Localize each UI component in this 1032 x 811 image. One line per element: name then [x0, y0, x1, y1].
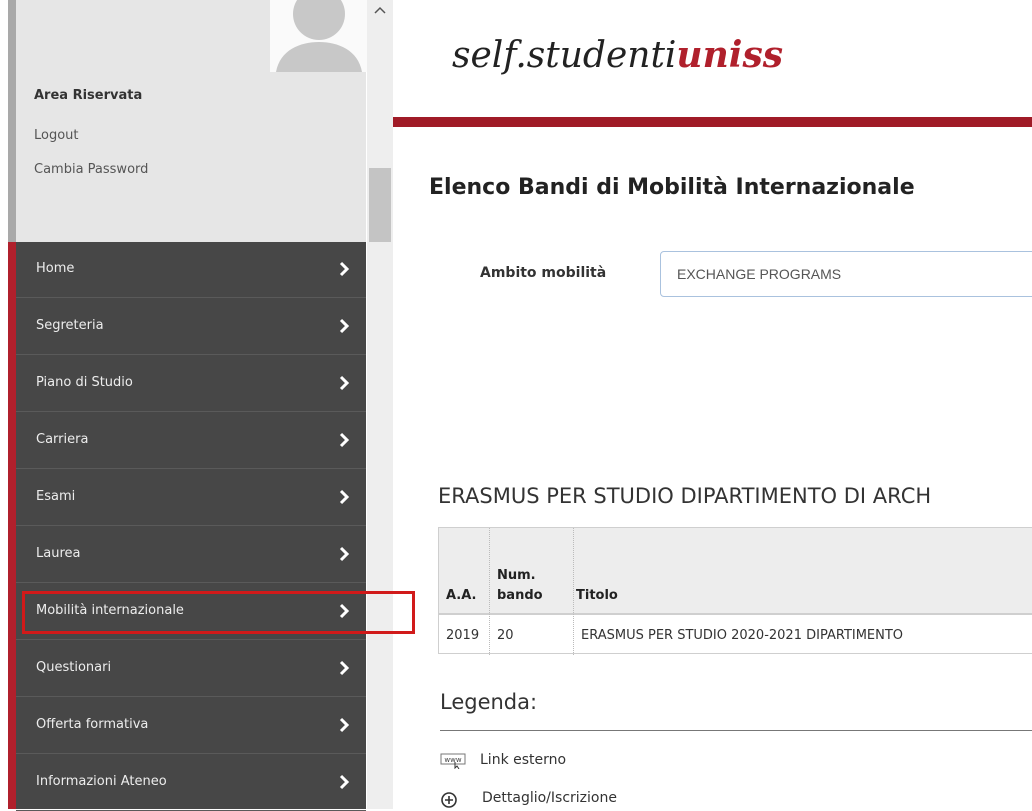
column-divider [489, 528, 490, 655]
table-header: A.A. Num. bando Titolo [439, 528, 1032, 615]
legend-label: Dettaglio/Iscrizione [482, 790, 617, 806]
chevron-right-icon [339, 375, 350, 391]
chevron-right-icon [339, 261, 350, 277]
sidebar-item-informazioni-ateneo[interactable]: Informazioni Ateneo [16, 755, 366, 811]
plus-circle-icon [441, 792, 457, 808]
brand-part-1: self.studenti [452, 35, 677, 76]
scroll-thumb[interactable] [369, 168, 391, 242]
filter-label: Ambito mobilità [480, 265, 607, 281]
bandi-table: A.A. Num. bando Titolo 2019 20 ERASMUS P… [438, 527, 1032, 655]
chevron-right-icon [339, 546, 350, 562]
site-logo[interactable]: self.studentiuniss [452, 34, 783, 76]
page-title: Elenco Bandi di Mobilità Internazionale [429, 175, 915, 200]
header-rule [393, 117, 1032, 127]
legend-label: Link esterno [480, 752, 567, 768]
section-heading: ERASMUS PER STUDIO DIPARTIMENTO DI ARCH [438, 484, 932, 508]
sidebar-item-home[interactable]: Home [16, 242, 366, 298]
chevron-right-icon [339, 603, 350, 619]
ambito-mobilita-select[interactable]: EXCHANGE PROGRAMS [660, 251, 1032, 297]
legend-divider [440, 730, 1032, 731]
sidebar-item-label: Mobilità internazionale [36, 603, 184, 618]
sidebar-item-mobilita-internazionale[interactable]: Mobilità internazionale [16, 584, 366, 640]
chevron-right-icon [339, 489, 350, 505]
column-header-titolo: Titolo [576, 588, 618, 603]
sidebar-item-carriera[interactable]: Carriera [16, 413, 366, 469]
sidebar-item-segreteria[interactable]: Segreteria [16, 299, 366, 355]
sidebar-item-label: Home [36, 261, 75, 276]
sidebar-accent-top [8, 0, 16, 242]
column-header-aa: A.A. [446, 588, 477, 603]
sidebar-item-label: Laurea [36, 546, 81, 561]
user-area-title: Area Riservata [34, 88, 143, 103]
sidebar-scrollbar[interactable] [367, 0, 393, 809]
sidebar-item-piano-di-studio[interactable]: Piano di Studio [16, 356, 366, 412]
sidebar-item-questionari[interactable]: Questionari [16, 641, 366, 697]
chevron-right-icon [339, 318, 350, 334]
change-password-link[interactable]: Cambia Password [34, 162, 148, 177]
sidebar-accent-bottom [8, 242, 16, 809]
cell-titolo: ERASMUS PER STUDIO 2020-2021 DIPARTIMENT… [581, 628, 904, 643]
logout-link[interactable]: Logout [34, 128, 79, 143]
user-area: Area Riservata Logout Cambia Password [16, 0, 368, 242]
scroll-up-arrow-icon[interactable] [367, 0, 393, 20]
avatar [270, 0, 368, 72]
sidebar-item-label: Esami [36, 489, 76, 504]
sidebar-item-offerta-formativa[interactable]: Offerta formativa [16, 698, 366, 754]
sidebar-item-label: Carriera [36, 432, 89, 447]
sidebar: Area Riservata Logout Cambia Password Ho… [0, 0, 393, 811]
cell-aa: 2019 [446, 628, 480, 643]
sidebar-item-label: Piano di Studio [36, 375, 133, 390]
chevron-right-icon [339, 432, 350, 448]
column-header-num-line2: bando [497, 588, 543, 603]
brand-part-2: uniss [676, 34, 783, 76]
sidebar-item-label: Informazioni Ateneo [36, 774, 167, 789]
column-header-num-line1: Num. [497, 568, 536, 583]
sidebar-item-esami[interactable]: Esami [16, 470, 366, 526]
sidebar-item-label: Segreteria [36, 318, 104, 333]
ambito-mobilita-value: EXCHANGE PROGRAMS [677, 266, 842, 282]
column-divider [573, 528, 574, 655]
chevron-right-icon [339, 660, 350, 676]
sidebar-item-label: Questionari [36, 660, 112, 675]
www-link-icon: www [440, 753, 466, 769]
sidebar-item-label: Offerta formativa [36, 717, 149, 732]
sidebar-menu: Home Segreteria Piano di Studio Carriera… [16, 242, 366, 811]
chevron-right-icon [339, 774, 350, 790]
sidebar-item-laurea[interactable]: Laurea [16, 527, 366, 583]
chevron-right-icon [339, 717, 350, 733]
cell-num: 20 [497, 628, 514, 643]
svg-text:www: www [444, 756, 461, 764]
legend-title: Legenda: [440, 690, 538, 714]
